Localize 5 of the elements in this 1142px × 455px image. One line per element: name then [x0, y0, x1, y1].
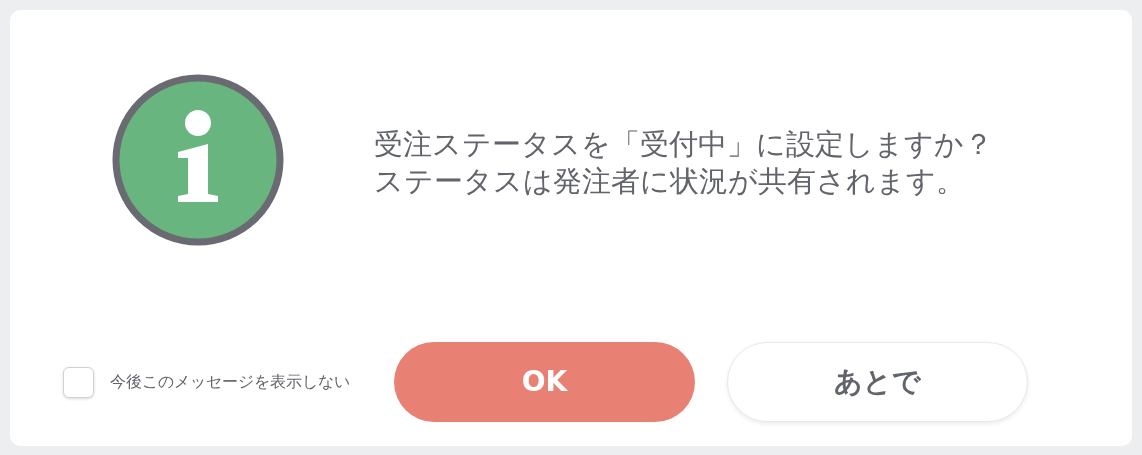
later-button[interactable]: あとで [727, 342, 1028, 422]
checkbox[interactable] [63, 366, 94, 398]
confirmation-message: 受注ステータスを「受付中」に設定しますか？ ステータスは発注者に状況が共有されます。 [374, 126, 993, 200]
info-icon [112, 74, 284, 246]
checkbox-label: 今後このメッセージを表示しない [110, 371, 350, 393]
